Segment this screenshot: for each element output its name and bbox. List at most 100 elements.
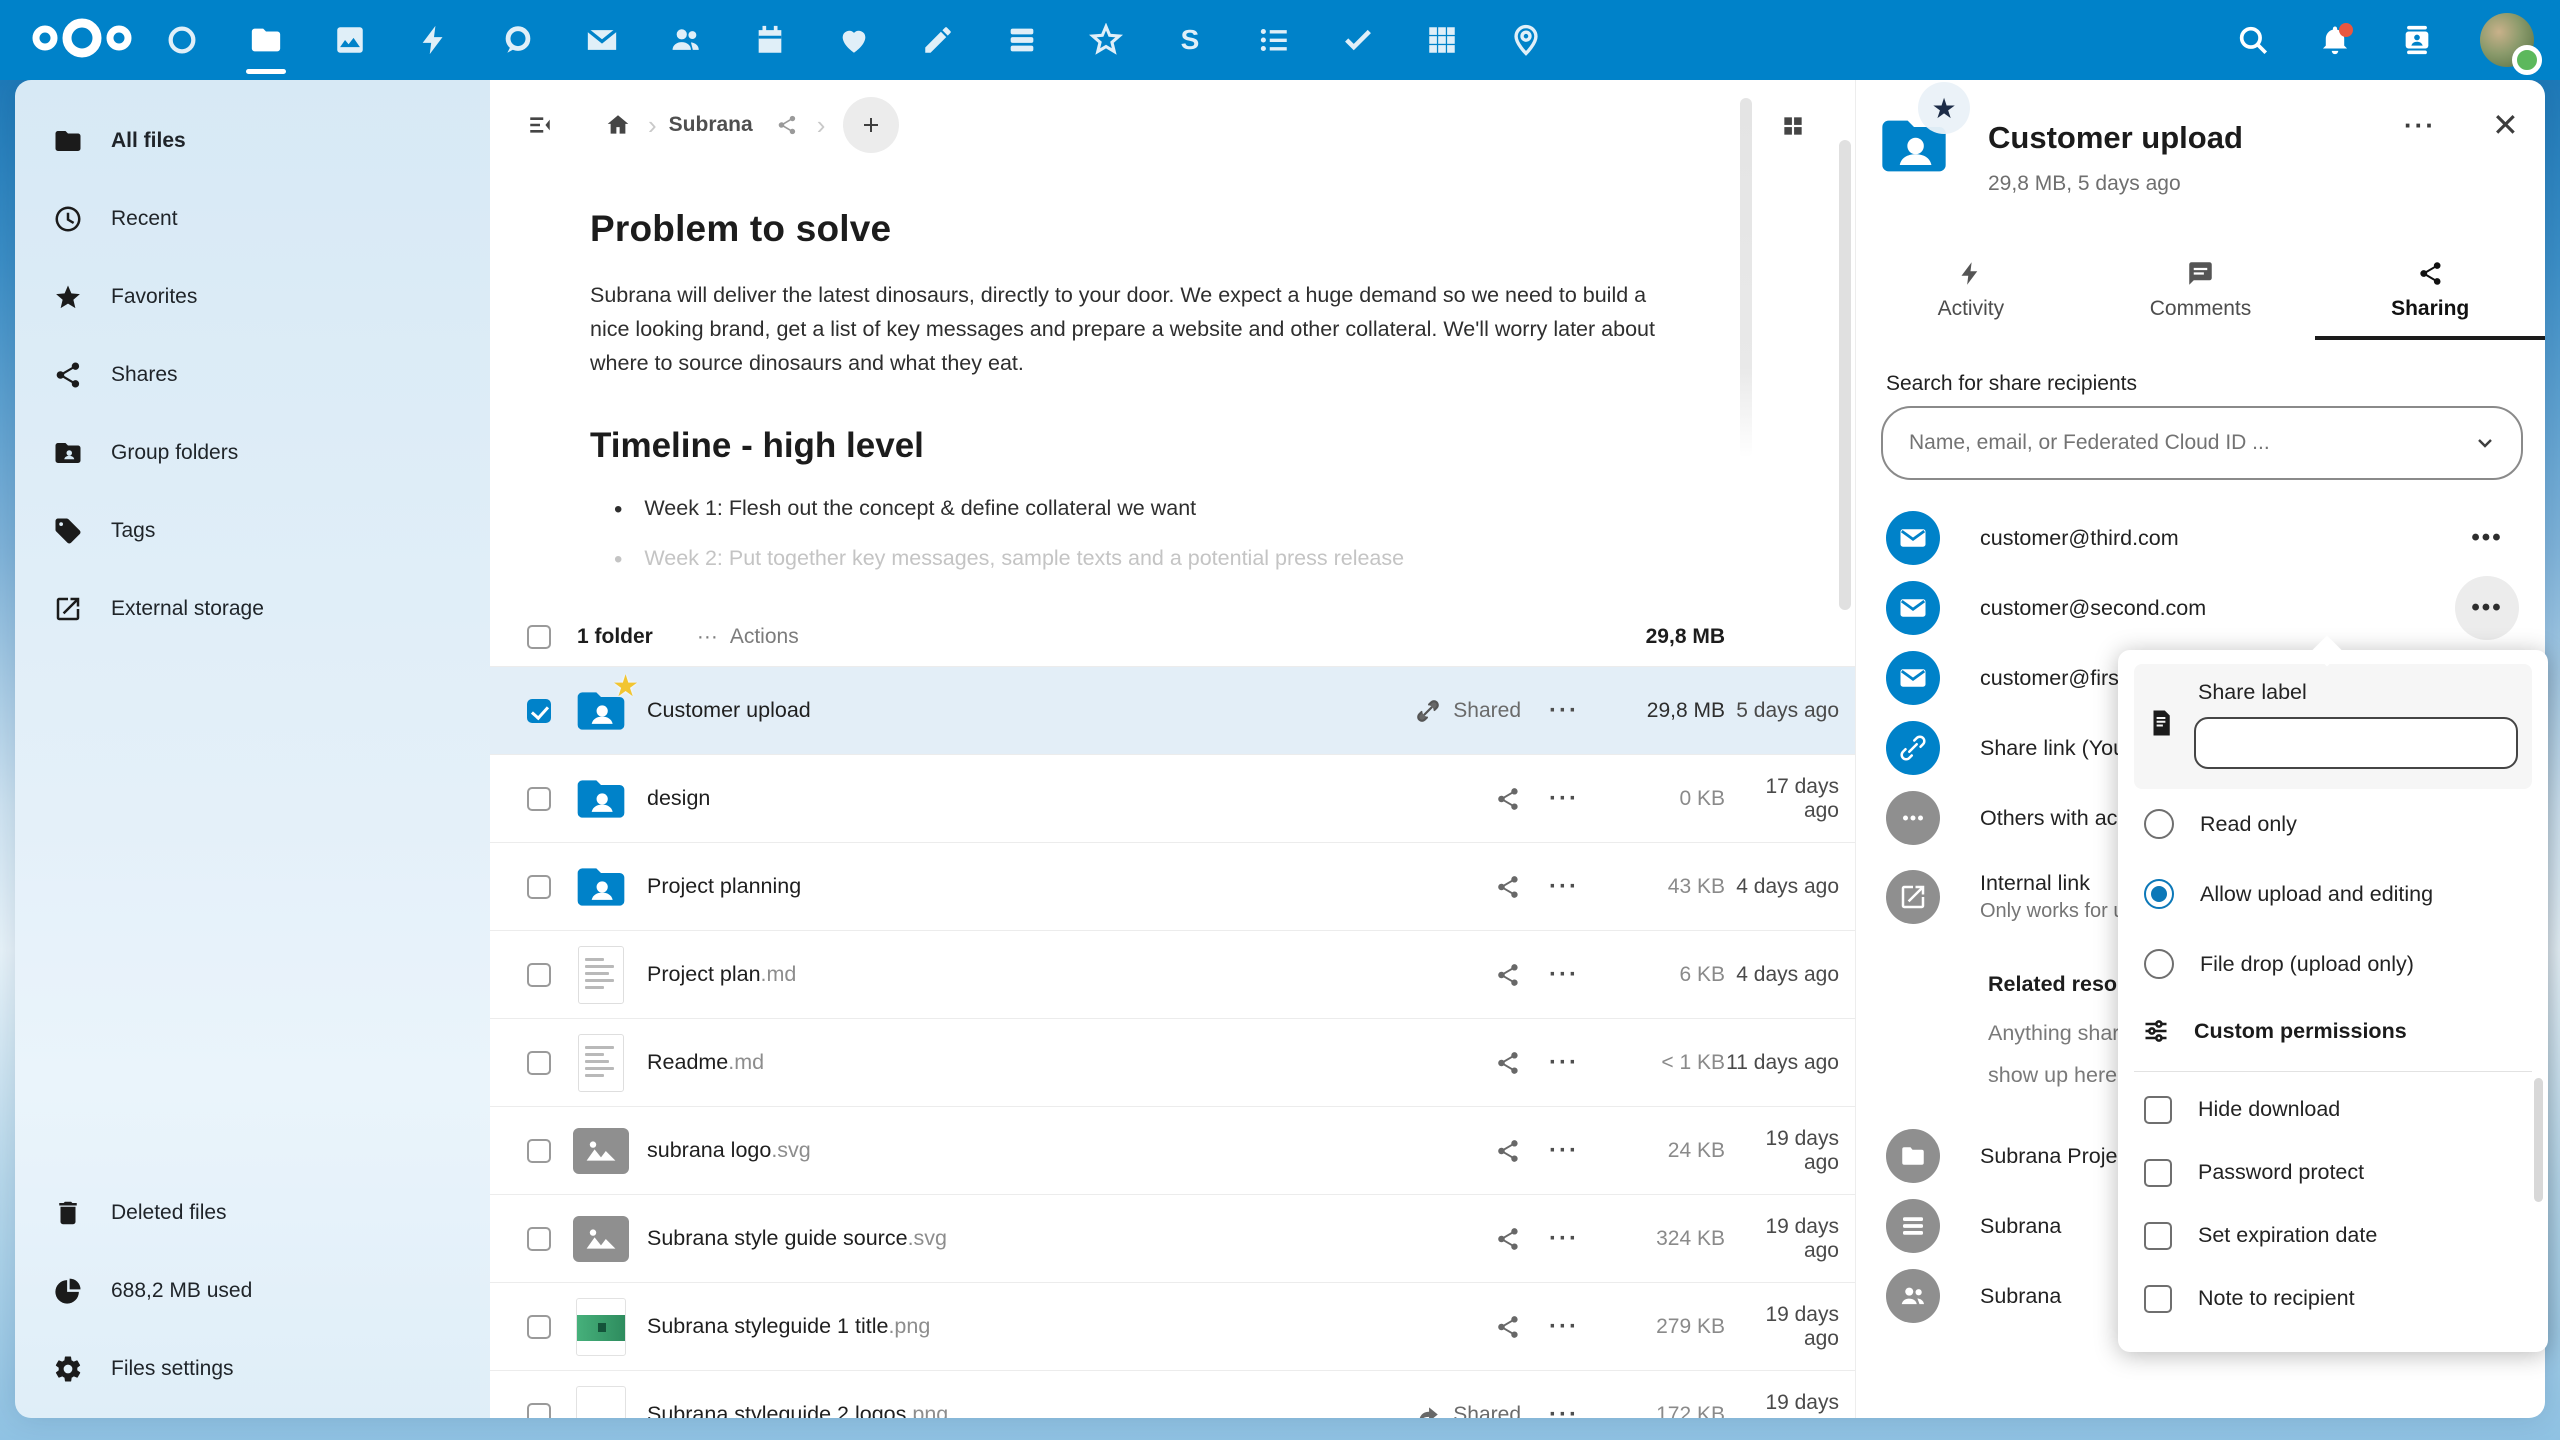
table-row[interactable]: Subrana styleguide 1 title.png ··· 279 K…: [490, 1282, 1855, 1370]
nav-deleted-files[interactable]: Deleted files: [15, 1174, 490, 1252]
file-name[interactable]: design: [647, 786, 1371, 811]
checkbox-unchecked-icon[interactable]: [2144, 1285, 2172, 1313]
file-name[interactable]: Project planning: [647, 874, 1371, 899]
row-checkbox[interactable]: [527, 963, 551, 987]
checkbox-unchecked-icon[interactable]: [2144, 1096, 2172, 1124]
new-file-button[interactable]: [843, 97, 899, 153]
recipient-more-button-active[interactable]: •••: [2455, 576, 2519, 640]
search-input[interactable]: [1909, 431, 2473, 455]
contacts-menu-icon[interactable]: [2398, 21, 2436, 59]
table-row[interactable]: Project planning ··· 43 KB 4 days ago: [490, 842, 1855, 930]
table-row[interactable]: Readme.md ··· < 1 KB 11 days ago: [490, 1018, 1855, 1106]
select-all-checkbox[interactable]: [527, 625, 551, 649]
table-row[interactable]: ★ Customer upload Shared ··· 29,8 MB 5 d…: [490, 666, 1855, 754]
row-checkbox[interactable]: [527, 699, 551, 723]
tab-activity[interactable]: Activity: [1856, 240, 2086, 340]
table-row[interactable]: Subrana style guide source.svg ··· 324 K…: [490, 1194, 1855, 1282]
nav-favorites[interactable]: Favorites: [15, 258, 490, 336]
maps-icon[interactable]: [1508, 22, 1544, 58]
file-name[interactable]: Subrana styleguide 2 logos.png: [647, 1402, 1371, 1418]
file-name[interactable]: Subrana styleguide 1 title.png: [647, 1314, 1371, 1339]
share-status[interactable]: Shared: [1371, 1402, 1521, 1419]
row-more-button[interactable]: ···: [1521, 785, 1607, 813]
share-label-input[interactable]: [2194, 717, 2518, 769]
row-more-button[interactable]: ···: [1521, 873, 1607, 901]
tab-sharing[interactable]: Sharing: [2315, 240, 2545, 340]
file-name[interactable]: Project plan.md: [647, 962, 1371, 987]
toggle-navigation-icon[interactable]: [518, 103, 562, 147]
nav-group-folders[interactable]: Group folders: [15, 414, 490, 492]
row-checkbox[interactable]: [527, 787, 551, 811]
option-read-only[interactable]: Read only: [2134, 789, 2532, 859]
activity-icon[interactable]: [416, 22, 452, 58]
mail-icon[interactable]: [584, 22, 620, 58]
share-button[interactable]: [1371, 1050, 1521, 1076]
home-icon[interactable]: [596, 103, 640, 147]
checkbox-password-protect[interactable]: Password protect: [2134, 1141, 2532, 1204]
nav-all-files[interactable]: All files: [15, 102, 490, 180]
share-button[interactable]: [1371, 786, 1521, 812]
notifications-bell-icon[interactable]: [2316, 21, 2354, 59]
row-checkbox[interactable]: [527, 1315, 551, 1339]
files-icon[interactable]: [248, 22, 284, 58]
nav-files-settings[interactable]: Files settings: [15, 1330, 490, 1408]
file-name[interactable]: subrana logo.svg: [647, 1138, 1371, 1163]
checkbox-note-to-recipient[interactable]: Note to recipient: [2134, 1267, 2532, 1330]
nav-recent[interactable]: Recent: [15, 180, 490, 258]
share-button[interactable]: [1371, 962, 1521, 988]
row-more-button[interactable]: ···: [1521, 1137, 1607, 1165]
row-more-button[interactable]: ···: [1521, 961, 1607, 989]
checkbox-unchecked-icon[interactable]: [2144, 1159, 2172, 1187]
row-more-button[interactable]: ···: [1521, 1225, 1607, 1253]
dashboard-icon[interactable]: [164, 22, 200, 58]
nav-shares[interactable]: Shares: [15, 336, 490, 414]
file-name[interactable]: Readme.md: [647, 1050, 1371, 1075]
file-name[interactable]: Customer upload: [647, 698, 1371, 723]
row-more-button[interactable]: ···: [1521, 697, 1607, 725]
share-button[interactable]: [1371, 874, 1521, 900]
share-button[interactable]: [1371, 1138, 1521, 1164]
nav-quota[interactable]: 688,2 MB used: [15, 1252, 490, 1330]
actions-button[interactable]: ···Actions: [697, 625, 799, 649]
tab-comments[interactable]: Comments: [2086, 240, 2316, 340]
row-checkbox[interactable]: [527, 1403, 551, 1419]
breadcrumb[interactable]: Subrana: [669, 113, 753, 137]
radio-unchecked-icon[interactable]: [2144, 809, 2174, 839]
share-search-field[interactable]: [1881, 406, 2523, 480]
deck-icon[interactable]: [1004, 22, 1040, 58]
radio-unchecked-icon[interactable]: [2144, 949, 2174, 979]
search-icon[interactable]: [2234, 21, 2272, 59]
table-row[interactable]: design ··· 0 KB 17 days ago: [490, 754, 1855, 842]
row-checkbox[interactable]: [527, 1139, 551, 1163]
row-more-button[interactable]: ···: [1521, 1313, 1607, 1341]
tables-icon[interactable]: [1424, 22, 1460, 58]
collectives-icon[interactable]: [1088, 22, 1124, 58]
avatar[interactable]: [2480, 13, 2534, 67]
details-more-button[interactable]: ···: [2404, 110, 2436, 141]
custom-permissions-item[interactable]: Custom permissions: [2134, 999, 2532, 1063]
nextcloud-logo-icon[interactable]: [30, 15, 134, 66]
share-status[interactable]: Shared: [1371, 698, 1521, 724]
checkbox-set-expiration-date[interactable]: Set expiration date: [2134, 1204, 2532, 1267]
list-item[interactable]: customer@second.com •••: [1856, 572, 2545, 644]
option-allow-upload-and-editing[interactable]: Allow upload and editing: [2134, 859, 2532, 929]
option-file-drop[interactable]: File drop (upload only): [2134, 929, 2532, 999]
grid-view-toggle-icon[interactable]: [1771, 104, 1815, 148]
breadcrumb-share-icon[interactable]: [765, 103, 809, 147]
s-app-icon[interactable]: S: [1172, 22, 1208, 58]
health-icon[interactable]: [836, 22, 872, 58]
share-button[interactable]: [1371, 1314, 1521, 1340]
preview-scrollbar[interactable]: [1740, 98, 1752, 458]
popup-scrollbar[interactable]: [2534, 1078, 2543, 1202]
notes-icon[interactable]: [920, 22, 956, 58]
favorite-star-icon[interactable]: ★: [1918, 82, 1970, 134]
row-checkbox[interactable]: [527, 1051, 551, 1075]
radio-checked-icon[interactable]: [2144, 879, 2174, 909]
table-row[interactable]: subrana logo.svg ··· 24 KB 19 days ago: [490, 1106, 1855, 1194]
table-row[interactable]: Project plan.md ··· 6 KB 4 days ago: [490, 930, 1855, 1018]
file-name[interactable]: Subrana style guide source.svg: [647, 1226, 1371, 1251]
row-checkbox[interactable]: [527, 875, 551, 899]
nav-tags[interactable]: Tags: [15, 492, 490, 570]
row-more-button[interactable]: ···: [1521, 1401, 1607, 1419]
file-list-scrollbar[interactable]: [1839, 140, 1851, 610]
